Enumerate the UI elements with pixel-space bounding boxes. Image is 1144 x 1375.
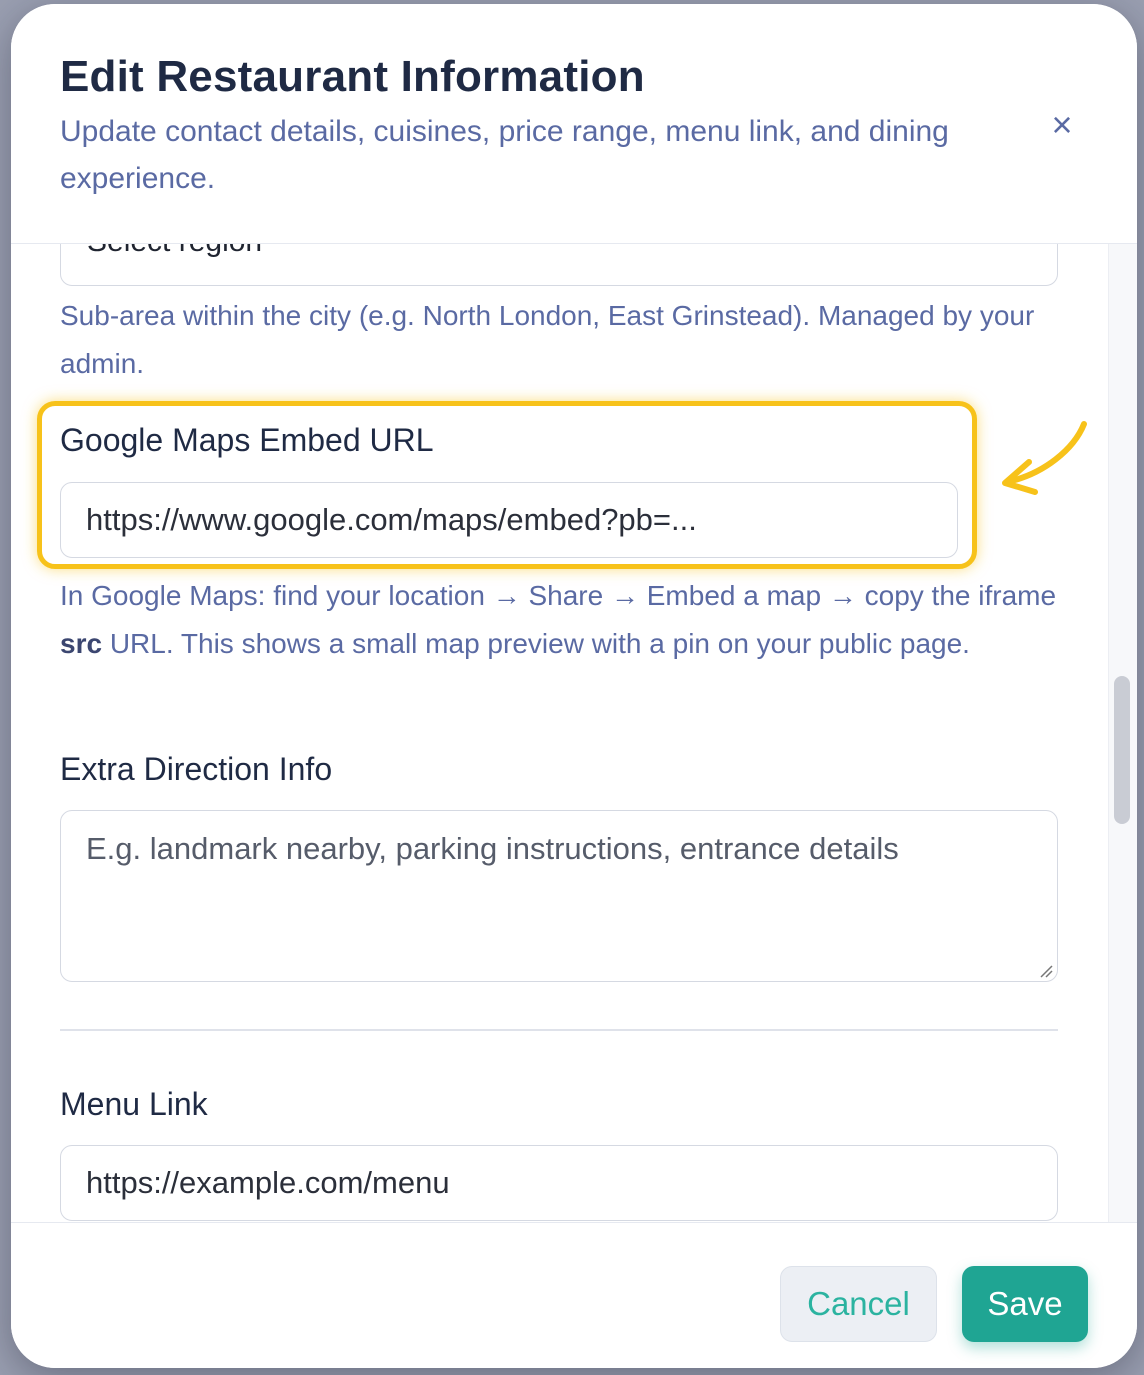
- scrollbar-thumb[interactable]: [1114, 676, 1130, 824]
- maps-url-help-text: In Google Maps: find your location → Sha…: [60, 572, 1060, 668]
- directions-placeholder: E.g. landmark nearby, parking instructio…: [86, 831, 899, 866]
- maps-help-part1: In Google Maps: find your location → Sha…: [60, 580, 1057, 611]
- maps-help-code: src: [60, 628, 103, 659]
- cancel-button[interactable]: Cancel: [780, 1266, 937, 1342]
- arrow-annotation-icon: [1002, 421, 1087, 495]
- modal-footer: Cancel Save: [11, 1222, 1137, 1368]
- menu-link-label: Menu Link: [60, 1086, 208, 1122]
- save-button[interactable]: Save: [962, 1266, 1088, 1342]
- directions-label: Extra Direction Info: [60, 751, 333, 787]
- close-icon[interactable]: ×: [1041, 104, 1083, 146]
- edit-restaurant-modal: Edit Restaurant Information Update conta…: [11, 4, 1137, 1368]
- region-select-value: Select region: [87, 244, 262, 259]
- resize-handle-icon[interactable]: [1039, 964, 1053, 978]
- region-select[interactable]: Select region ⌄: [60, 244, 1058, 286]
- highlight-annotation: [37, 401, 977, 569]
- section-divider: [60, 1029, 1058, 1031]
- menu-link-input[interactable]: https://example.com/menu: [60, 1145, 1058, 1221]
- modal-body[interactable]: Select region ⌄ Sub-area within the city…: [11, 244, 1109, 1222]
- modal-subtitle: Update contact details, cuisines, price …: [60, 115, 949, 195]
- modal-title: Edit Restaurant Information: [60, 52, 645, 101]
- modal-header: Edit Restaurant Information Update conta…: [11, 4, 1137, 244]
- maps-help-part2: URL. This shows a small map preview with…: [102, 628, 970, 659]
- region-help-text: Sub-area within the city (e.g. North Lon…: [60, 300, 1035, 379]
- directions-textarea[interactable]: E.g. landmark nearby, parking instructio…: [60, 810, 1058, 982]
